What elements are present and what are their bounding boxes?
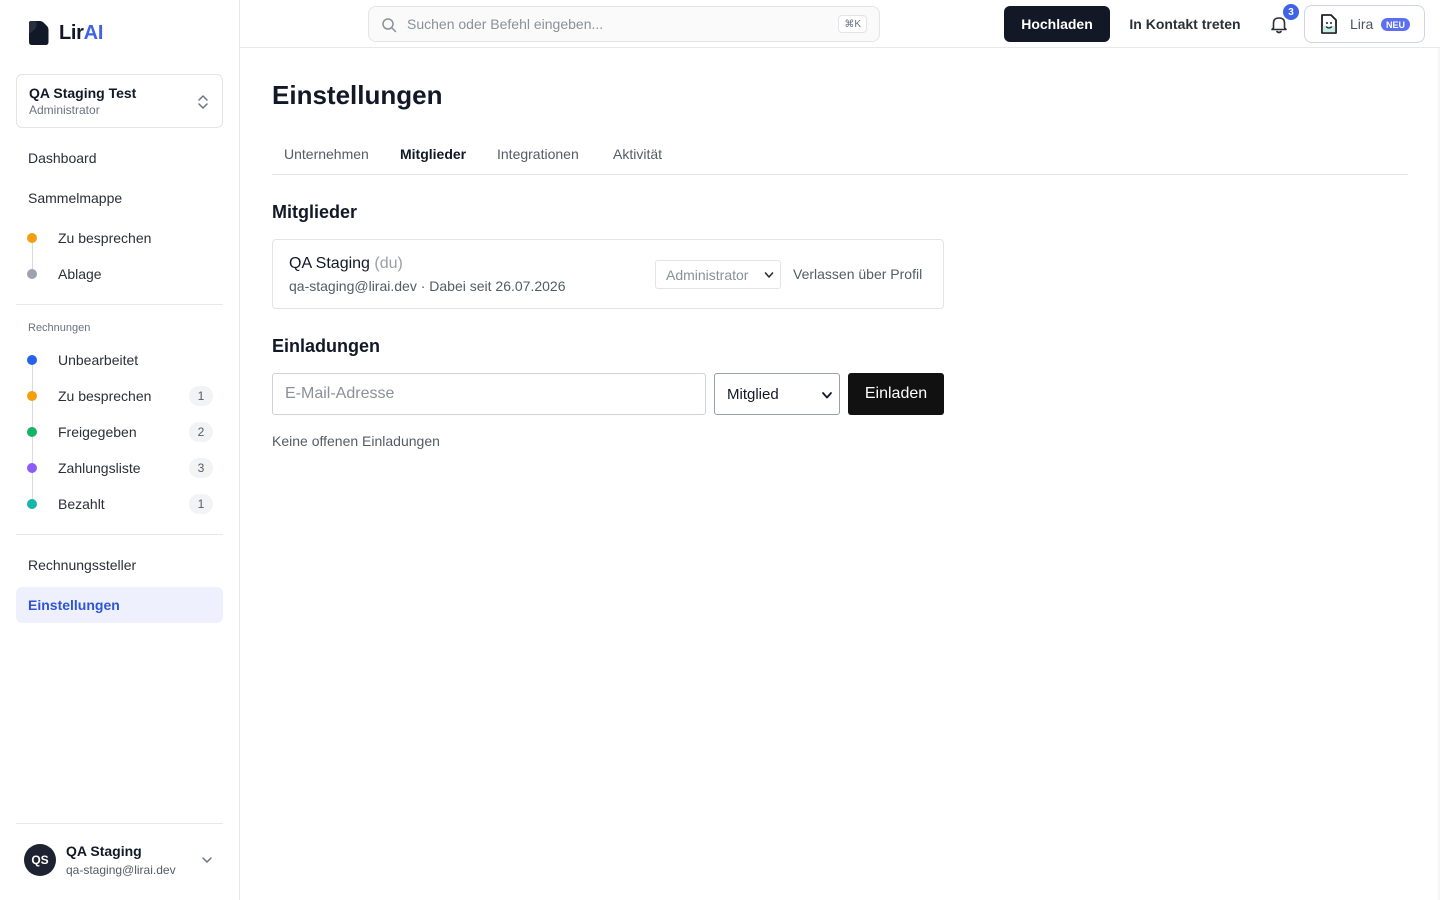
chevron-down-icon xyxy=(202,857,212,863)
count-badge: 1 xyxy=(189,386,213,406)
leave-via-profile-text: Verlassen über Profil xyxy=(793,266,923,282)
status-dot xyxy=(27,269,37,279)
organization-switcher[interactable]: QA Staging Test Administrator xyxy=(16,74,223,128)
sidebar-item-vendors[interactable]: Rechnungssteller xyxy=(16,547,223,583)
sidebar-item-label: Ablage xyxy=(58,266,102,282)
chevron-down-icon xyxy=(764,272,774,278)
status-dot xyxy=(27,499,37,509)
organization-role: Administrator xyxy=(29,103,100,117)
user-name: QA Staging xyxy=(66,843,142,859)
settings-tabs: Unternehmen Mitglieder Integrationen Akt… xyxy=(272,134,1408,175)
sidebar-item-archive[interactable]: Ablage xyxy=(16,257,223,291)
status-dot xyxy=(27,391,37,401)
user-menu[interactable]: QS QA Staging qa-staging@lirai.dev xyxy=(16,836,223,884)
member-row: QA Staging (du) qa-staging@lirai.dev · D… xyxy=(272,239,944,309)
status-dot xyxy=(27,427,37,437)
sidebar-item-label: Dashboard xyxy=(28,150,97,166)
count-badge: 2 xyxy=(189,422,213,442)
divider xyxy=(16,823,223,824)
sidebar-item-approved[interactable]: Freigegeben 2 xyxy=(16,415,223,449)
user-email: qa-staging@lirai.dev xyxy=(66,863,176,877)
count-badge: 1 xyxy=(189,494,213,514)
lira-label: Lira xyxy=(1350,16,1374,32)
search-input[interactable]: Suchen oder Befehl eingeben... ⌘K xyxy=(368,6,880,42)
tab-members[interactable]: Mitglieder xyxy=(400,134,466,174)
status-dot xyxy=(27,355,37,365)
sidebar-item-label: Rechnungssteller xyxy=(28,557,137,573)
member-you-label: (du) xyxy=(374,255,403,272)
member-name: QA Staging (du) xyxy=(289,255,403,273)
chevron-up-down-icon xyxy=(198,95,208,109)
sidebar-item-paid[interactable]: Bezahlt 1 xyxy=(16,487,223,521)
edge-shadow xyxy=(1436,48,1440,900)
invitations-heading: Einladungen xyxy=(272,336,380,356)
tab-integrations[interactable]: Integrationen xyxy=(497,134,579,174)
sidebar-item-label: Zu besprechen xyxy=(58,230,152,246)
sidebar-item-collection-review[interactable]: Zu besprechen xyxy=(16,221,223,255)
status-dot xyxy=(27,233,37,243)
members-heading: Mitglieder xyxy=(272,202,358,222)
top-bar: Suchen oder Befehl eingeben... ⌘K Hochla… xyxy=(240,0,1440,48)
brand[interactable]: LirAI xyxy=(26,20,103,46)
sidebar-item-label: Einstellungen xyxy=(28,597,120,613)
invite-email-input[interactable] xyxy=(272,373,706,415)
member-role-value: Administrator xyxy=(666,266,749,283)
contact-button[interactable]: In Kontakt treten xyxy=(1120,6,1250,42)
lira-assistant-icon xyxy=(1321,14,1337,34)
sidebar-item-label: Sammelmappe xyxy=(28,190,123,206)
tab-activity[interactable]: Aktivität xyxy=(613,134,662,174)
count-badge: 3 xyxy=(189,458,213,478)
organization-name: QA Staging Test xyxy=(29,85,137,101)
sidebar-item-dashboard[interactable]: Dashboard xyxy=(16,140,223,176)
status-dot xyxy=(27,463,37,473)
new-badge: NEU xyxy=(1381,18,1411,31)
sidebar-item-unprocessed[interactable]: Unbearbeitet xyxy=(16,343,223,377)
sidebar-item-settings[interactable]: Einstellungen xyxy=(16,587,223,623)
page-title: Einstellungen xyxy=(272,80,443,110)
sidebar-item-collection[interactable]: Sammelmappe xyxy=(16,180,223,216)
tab-company[interactable]: Unternehmen xyxy=(284,134,369,174)
invite-role-select[interactable]: Mitglied xyxy=(714,373,840,415)
sidebar-item-label: Freigegeben xyxy=(58,424,137,440)
notification-count-badge: 3 xyxy=(1283,4,1299,20)
sidebar-item-invoice-review[interactable]: Zu besprechen 1 xyxy=(16,379,223,413)
sidebar-item-label: Zu besprechen xyxy=(58,388,152,404)
chevron-down-icon xyxy=(822,392,832,399)
divider xyxy=(16,304,223,305)
sidebar: LirAI QA Staging Test Administrator Dash… xyxy=(0,0,240,900)
section-label-invoices: Rechnungen xyxy=(28,322,91,334)
sidebar-item-label: Unbearbeitet xyxy=(58,352,139,368)
sidebar-item-payment-list[interactable]: Zahlungsliste 3 xyxy=(16,451,223,485)
member-meta: qa-staging@lirai.dev · Dabei seit 26.07.… xyxy=(289,278,566,294)
keyboard-shortcut-hint: ⌘K xyxy=(838,15,867,33)
search-icon xyxy=(382,18,397,33)
invite-role-value: Mitglied xyxy=(727,385,779,403)
sidebar-item-label: Zahlungsliste xyxy=(58,460,141,476)
no-pending-invitations-text: Keine offenen Einladungen xyxy=(272,433,440,449)
lira-assistant-button[interactable]: Lira NEU xyxy=(1304,5,1425,43)
member-name-text: QA Staging xyxy=(289,255,370,272)
brand-name: LirAI xyxy=(59,21,104,44)
invite-button[interactable]: Einladen xyxy=(848,373,944,415)
search-placeholder: Suchen oder Befehl eingeben... xyxy=(407,16,604,32)
member-role-select[interactable]: Administrator xyxy=(655,260,781,289)
avatar: QS xyxy=(24,844,56,876)
sidebar-item-label: Bezahlt xyxy=(58,496,105,512)
lirai-logo-icon xyxy=(29,21,49,45)
divider xyxy=(16,534,223,535)
upload-button[interactable]: Hochladen xyxy=(1004,6,1110,42)
